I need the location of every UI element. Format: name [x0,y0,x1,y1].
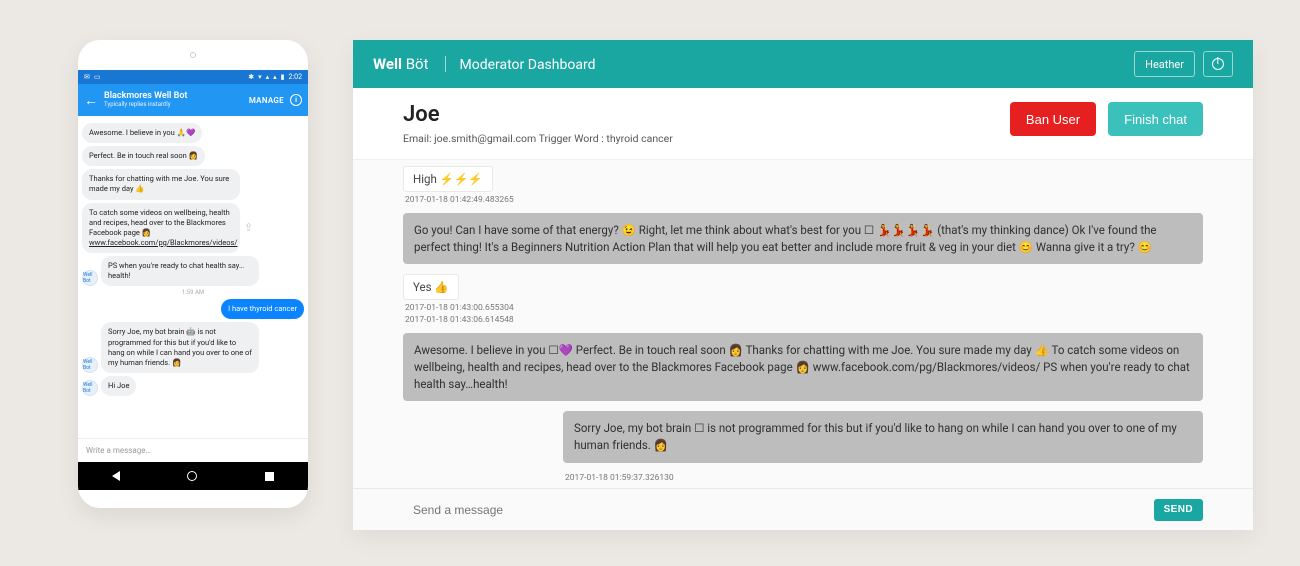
finish-chat-button[interactable]: Finish chat [1108,102,1203,136]
bot-bubble: Sorry Joe, my bot brain ☐ is not program… [563,411,1203,462]
signal-icon-2: ▴ [273,73,277,81]
chat-subtitle: Typically replies instantly [104,102,243,109]
android-status-bar: ✉ ▭ ✱ ▾ ▴ ▴ ▮ 2:02 [78,70,308,84]
logout-button[interactable] [1203,51,1233,77]
signal-icon: ▴ [266,73,270,81]
page-title: Moderator Dashboard [460,57,596,73]
brand: Well Böt Moderator Dashboard [373,55,595,73]
link[interactable]: www.facebook.com/pg/Blackmores/videos/ [89,238,237,247]
nav-home-icon[interactable] [187,471,197,481]
send-button[interactable]: SEND [1154,499,1203,521]
bot-message: Awesome. I believe in you 🙏💜 [82,123,202,143]
conversation-header: Joe Email: joe.smith@gmail.com Trigger W… [353,88,1253,160]
share-icon[interactable]: ⇪ [244,221,253,234]
power-icon [1212,58,1224,70]
bot-message: Hi Joe [101,376,136,396]
info-icon[interactable]: i [290,94,302,106]
conversation-feed[interactable]: High ⚡⚡⚡ 2017-01-18 01:42:49.483265 Go y… [353,160,1253,488]
notification-icon: ▭ [94,73,101,81]
ban-user-button[interactable]: Ban User [1010,102,1096,136]
bot-bubble: Awesome. I believe in you ☐💜 Perfect. Be… [403,333,1203,401]
bot-avatar: Well Bot [82,357,98,373]
phone-speaker [78,40,308,70]
nav-recents-icon[interactable] [265,472,274,481]
back-icon[interactable]: ← [84,92,98,109]
manage-button[interactable]: MANAGE [249,96,284,105]
timestamp: 2017-01-18 01:43:00.655304 [405,303,1203,313]
bluetooth-icon: ✱ [248,73,254,81]
user-name: Joe [403,102,673,127]
user-bubble: High ⚡⚡⚡ [403,166,493,192]
user-bubble: Yes 👍 [403,274,459,300]
user-meta: Email: joe.smith@gmail.com Trigger Word … [403,132,673,145]
composer-placeholder: Write a message… [86,446,151,455]
bot-avatar: Well Bot [82,270,98,286]
user-message: I have thyroid cancer [221,299,304,319]
nav-back-icon[interactable] [112,471,120,481]
phone-mock: ✉ ▭ ✱ ▾ ▴ ▴ ▮ 2:02 ← Blackmores Well Bot… [78,40,308,508]
bot-message: Perfect. Be in touch real soon 👩 [82,146,205,166]
user-menu[interactable]: Heather [1134,51,1195,77]
bot-avatar: Well Bot [82,380,98,396]
bot-message: Thanks for chatting with me Joe. You sur… [82,169,240,199]
timestamp: 2017-01-18 01:59:37.326130 [565,473,1203,483]
wifi-icon: ▾ [258,73,262,81]
timestamp: 2017-01-18 01:42:49.483265 [405,195,1203,205]
battery-icon: ▮ [281,73,285,81]
timestamp: 2017-01-18 01:43:06.614548 [405,315,1203,325]
bot-bubble: Go you! Can I have some of that energy? … [403,213,1203,264]
messenger-body[interactable]: Awesome. I believe in you 🙏💜 Perfect. Be… [78,116,308,438]
moderator-dashboard: Well Böt Moderator Dashboard Heather Joe… [353,40,1253,530]
bot-message: PS when you're ready to chat health say…… [101,256,259,286]
messenger-header: ← Blackmores Well Bot Typically replies … [78,84,308,116]
android-nav-bar [78,462,308,490]
message-input[interactable] [413,503,1142,517]
dashboard-composer: SEND [353,488,1253,530]
dashboard-topbar: Well Böt Moderator Dashboard Heather [353,40,1253,88]
messenger-composer[interactable]: Write a message… [78,438,308,462]
messenger-icon: ✉ [84,73,90,81]
timestamp: 1:59 AM [82,289,304,296]
bot-message: Sorry Joe, my bot brain 🤖 is not program… [101,322,259,373]
bot-message: To catch some videos on wellbeing, healt… [82,203,240,254]
status-time: 2:02 [289,73,303,81]
